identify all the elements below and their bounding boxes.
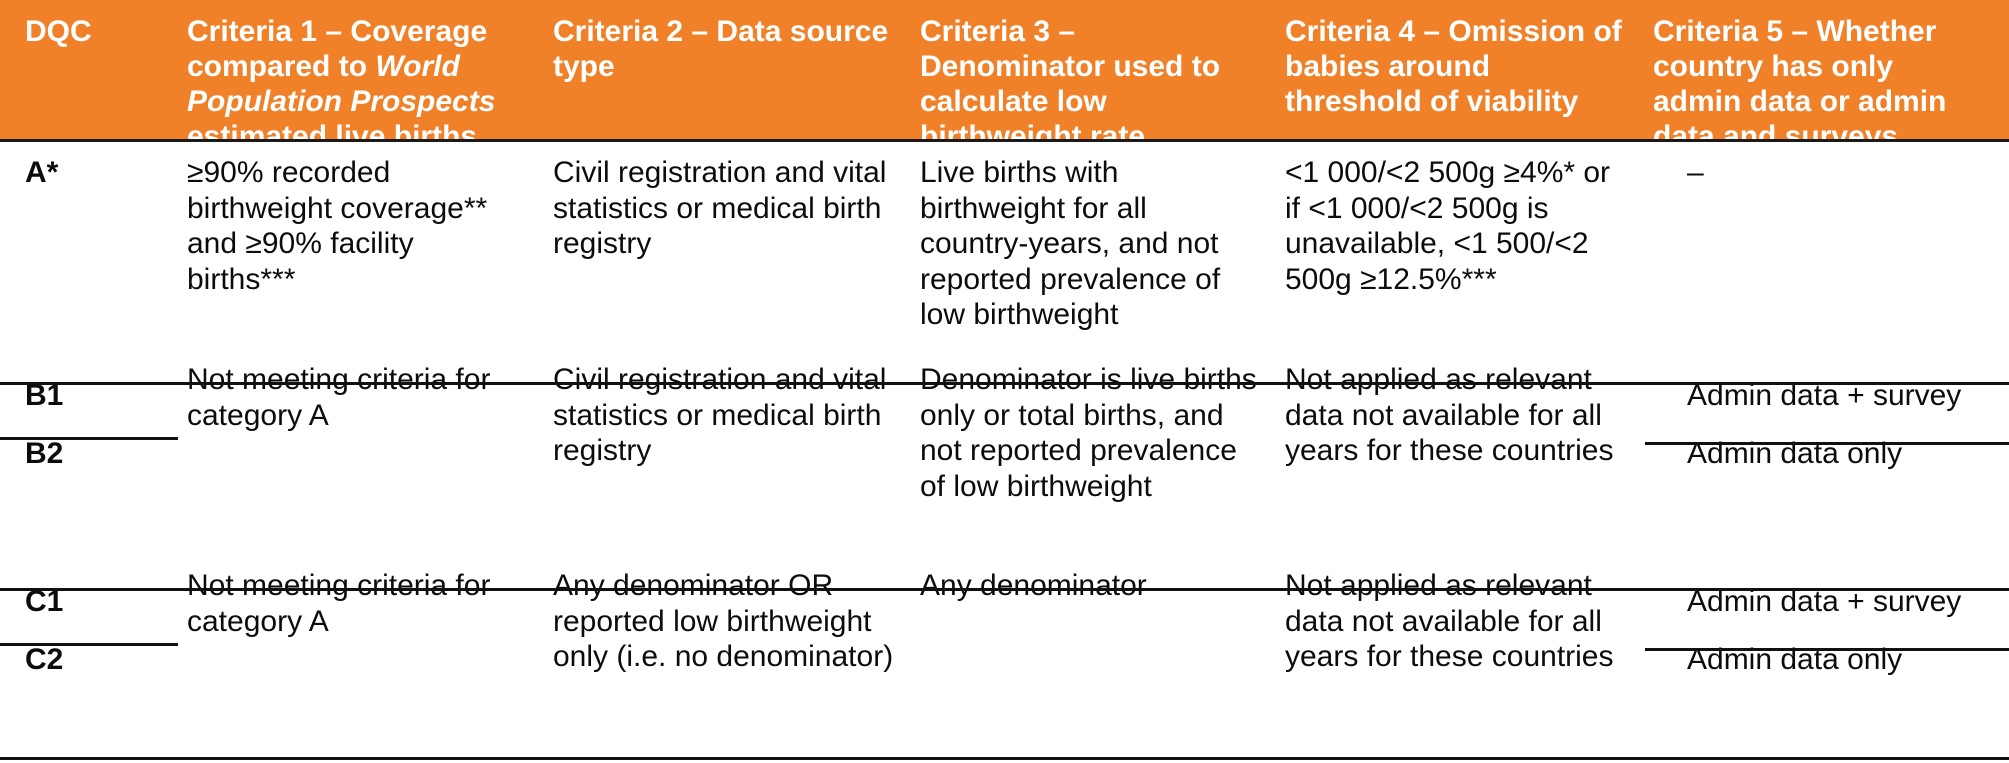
divider-c1-c2-dqc bbox=[0, 643, 178, 646]
table-row: C1 C2 Not meeting criteria for category … bbox=[0, 552, 2009, 721]
row-c-criteria-4: Not applied as relevant data not availab… bbox=[1285, 569, 1614, 673]
row-c1-dqc-label: C1 bbox=[25, 585, 64, 618]
row-c-dqc-cell: C1 C2 bbox=[0, 552, 187, 677]
divider-under-header bbox=[0, 139, 2009, 142]
table-row: A* ≥90% recorded birthweight coverage** … bbox=[0, 139, 2009, 346]
row-a-criteria-3: Live births with birthweight for all cou… bbox=[920, 156, 1221, 331]
row-a-criteria-5: – bbox=[1687, 156, 1704, 189]
row-b-criteria-1: Not meeting criteria for category A bbox=[187, 363, 491, 432]
row-c-criteria-3: Any denominator bbox=[920, 569, 1147, 602]
divider-b1-b2-criteria-5 bbox=[1645, 442, 2009, 445]
row-c-criteria-2: Any denominator OR reported low birthwei… bbox=[553, 569, 894, 673]
row-b2-dqc-label: B2 bbox=[25, 436, 64, 470]
row-b1-dqc-label: B1 bbox=[25, 379, 64, 412]
row-b-criteria-5-cell: Admin data + survey Admin data only bbox=[1653, 346, 2009, 471]
row-b-criteria-3: Denominator is live births only or total… bbox=[920, 363, 1257, 503]
divider-row-b-c bbox=[0, 588, 2009, 591]
header-cell-criteria-2: Criteria 2 – Data source type bbox=[553, 15, 889, 83]
row-a-criteria-4: <1 000/<2 500g ≥4%* or if <1 000/<2 500g… bbox=[1285, 156, 1611, 296]
divider-row-a-b bbox=[0, 382, 2009, 385]
table-header-row: DQC Criteria 1 – Coverage compared to Wo… bbox=[0, 0, 2009, 153]
header-cell-criteria-3: Criteria 3 – Denominator used to calcula… bbox=[920, 15, 1221, 153]
row-b-dqc-cell: B1 B2 bbox=[0, 346, 187, 471]
row-a-dqc-label: A* bbox=[25, 156, 59, 189]
row-a-criteria-1: ≥90% recorded birthweight coverage** and… bbox=[187, 156, 488, 296]
header-cell-dqc: DQC bbox=[25, 15, 92, 48]
row-c-criteria-1: Not meeting criteria for category A bbox=[187, 569, 491, 638]
row-b1-criteria-5: Admin data + survey bbox=[1687, 379, 1962, 412]
row-b-criteria-2: Civil registration and vital statistics … bbox=[553, 363, 887, 467]
table-row: B1 B2 Not meeting criteria for category … bbox=[0, 346, 2009, 552]
header-cell-criteria-4: Criteria 4 – Omission of babies around t… bbox=[1285, 15, 1622, 118]
divider-c1-c2-criteria-5 bbox=[1645, 648, 2009, 651]
divider-table-bottom bbox=[0, 757, 2009, 760]
row-c2-dqc-label: C2 bbox=[25, 642, 64, 676]
divider-b1-b2-dqc bbox=[0, 437, 178, 440]
row-c-criteria-5-cell: Admin data + survey Admin data only bbox=[1653, 552, 2009, 677]
header-cell-criteria-5: Criteria 5 – Whether country has only ad… bbox=[1653, 15, 1947, 153]
row-a-criteria-2: Civil registration and vital statistics … bbox=[553, 156, 887, 260]
header-cell-criteria-1: Criteria 1 – Coverage compared to World … bbox=[187, 0, 553, 154]
row-b-criteria-4: Not applied as relevant data not availab… bbox=[1285, 363, 1614, 467]
row-c1-criteria-5: Admin data + survey bbox=[1687, 585, 1962, 618]
dqc-criteria-table: DQC Criteria 1 – Coverage compared to Wo… bbox=[0, 0, 2009, 763]
